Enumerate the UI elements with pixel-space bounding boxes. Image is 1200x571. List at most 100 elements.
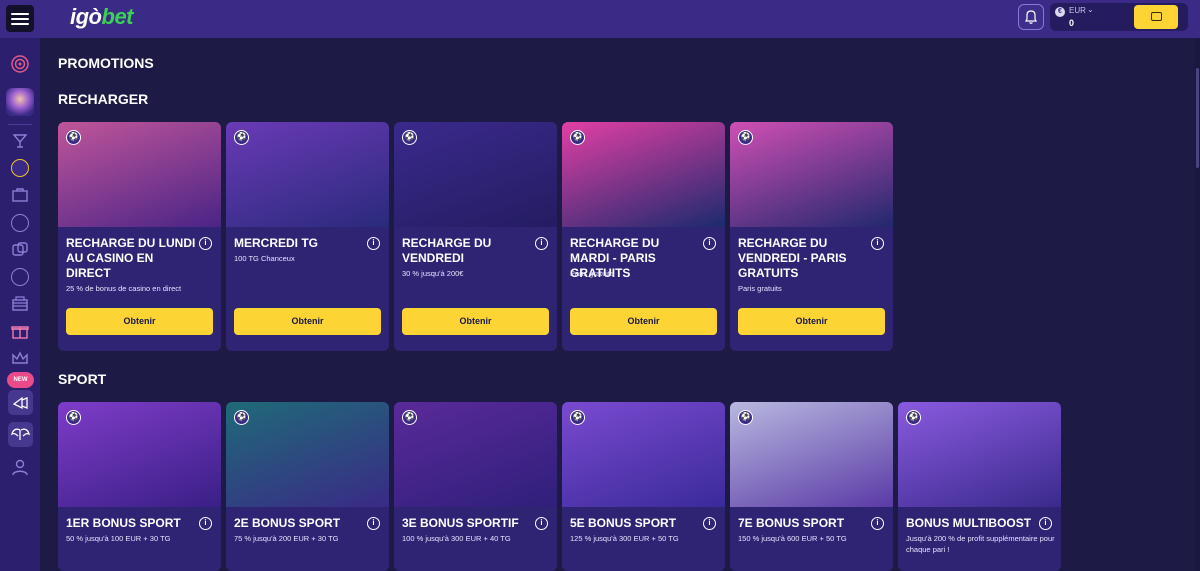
- euro-icon: €: [1055, 7, 1065, 17]
- roulette-icon[interactable]: [11, 268, 29, 286]
- dice-icon[interactable]: [11, 241, 29, 259]
- promo-card[interactable]: ⚽ MERCREDI TG i 100 TG Chanceux Obtenir: [226, 122, 389, 351]
- bell-icon: [1025, 10, 1037, 24]
- slot-machine-icon[interactable]: [11, 295, 29, 313]
- info-icon[interactable]: i: [871, 517, 884, 530]
- promo-image[interactable]: [562, 122, 725, 227]
- top-bar: igòbet € EUR ⌄ 0: [0, 0, 1200, 38]
- promo-title: RECHARGE DU VENDREDI - PARIS GRATUITS: [738, 236, 847, 280]
- obtain-button[interactable]: Obtenir: [234, 308, 381, 335]
- briefcase-icon[interactable]: [11, 186, 29, 204]
- promo-title: RECHARGE DU VENDREDI: [402, 236, 492, 265]
- promo-description: 30 % jusqu'à 200€: [402, 269, 464, 278]
- page-title: PROMOTIONS: [58, 55, 154, 71]
- soccer-ball-icon: ⚽: [402, 410, 417, 425]
- wallet-icon: [1151, 12, 1162, 21]
- promo-image[interactable]: [58, 402, 221, 507]
- gift-icon[interactable]: [11, 322, 29, 340]
- scrollbar[interactable]: [1195, 38, 1200, 571]
- wallet-button[interactable]: [1134, 5, 1178, 29]
- target-icon[interactable]: [10, 54, 30, 74]
- sidebar-item-wings[interactable]: [8, 422, 33, 447]
- soccer-ball-icon: ⚽: [234, 130, 249, 145]
- promo-image[interactable]: [58, 122, 221, 227]
- promo-card[interactable]: ⚽ RECHARGE DU LUNDI AU CASINO EN DIRECT i 2…: [58, 122, 221, 351]
- balance-widget[interactable]: € EUR ⌄ 0: [1050, 3, 1188, 31]
- promo-image[interactable]: [394, 402, 557, 507]
- promo-image[interactable]: [730, 122, 893, 227]
- promo-image[interactable]: [562, 402, 725, 507]
- soccer-ball-icon: ⚽: [570, 410, 585, 425]
- soccer-ball-icon[interactable]: [11, 159, 29, 177]
- user-icon[interactable]: [11, 458, 29, 476]
- info-icon[interactable]: i: [1039, 517, 1052, 530]
- promo-title: MERCREDI TG: [234, 236, 318, 250]
- menu-icon: [11, 13, 29, 15]
- promo-description: Jusqu'à 200 % de profit supplémentaire p…: [906, 534, 1055, 554]
- section-title-recharger: RECHARGER: [58, 91, 149, 107]
- promo-image[interactable]: [226, 122, 389, 227]
- logo[interactable]: igòbet: [70, 4, 133, 30]
- soccer-ball-icon: ⚽: [738, 410, 753, 425]
- promo-card[interactable]: ⚽ RECHARGE DU MARDI - PARIS GRATUITS i Pari…: [562, 122, 725, 351]
- info-icon[interactable]: i: [703, 237, 716, 250]
- promo-image[interactable]: [394, 122, 557, 227]
- menu-button[interactable]: [6, 5, 34, 32]
- promo-title: RECHARGE DU LUNDI AU CASINO EN DIRECT: [66, 236, 196, 280]
- promo-description: 50 % jusqu'à 100 EUR + 30 TG: [66, 534, 171, 543]
- promo-card[interactable]: ⚽ 7E BONUS SPORT i 150 % jusqu'à 600 EUR + …: [730, 402, 893, 571]
- new-badge: NEW: [7, 372, 34, 388]
- promo-description: Paris gratuits: [738, 284, 782, 293]
- crown-icon[interactable]: [11, 349, 29, 367]
- info-icon[interactable]: i: [199, 237, 212, 250]
- promo-image[interactable]: [898, 402, 1061, 507]
- promo-card[interactable]: ⚽ BONUS MULTIBOOST i Jusqu'à 200 % de profi…: [898, 402, 1061, 571]
- logo-text: igò: [70, 4, 102, 29]
- promo-image[interactable]: [730, 402, 893, 507]
- promo-title: 1ER BONUS SPORT: [66, 516, 181, 530]
- info-icon[interactable]: i: [871, 237, 884, 250]
- sidebar-item-megaphone[interactable]: [8, 390, 33, 415]
- soccer-ball-icon: ⚽: [402, 130, 417, 145]
- info-icon[interactable]: i: [367, 237, 380, 250]
- chevron-down-icon[interactable]: ⌄: [1087, 5, 1094, 14]
- promo-card[interactable]: ⚽ 3E BONUS SPORTIF i 100 % jusqu'à 300 EUR …: [394, 402, 557, 571]
- currency-label: EUR: [1069, 6, 1086, 15]
- info-icon[interactable]: i: [199, 517, 212, 530]
- info-icon[interactable]: i: [703, 517, 716, 530]
- logo-accent-text: bet: [101, 4, 134, 29]
- promo-description: 100 % jusqu'à 300 EUR + 40 TG: [402, 534, 511, 543]
- soccer-ball-icon: ⚽: [906, 410, 921, 425]
- obtain-button[interactable]: Obtenir: [402, 308, 549, 335]
- cocktail-icon[interactable]: [11, 132, 29, 150]
- balance-value: 0: [1069, 18, 1075, 28]
- soccer-ball-icon: ⚽: [738, 130, 753, 145]
- soccer-ball-icon: ⚽: [66, 130, 81, 145]
- promo-card[interactable]: ⚽ 1ER BONUS SPORT i 50 % jusqu'à 100 EUR + …: [58, 402, 221, 571]
- sidebar-divider: [8, 124, 32, 125]
- wings-icon: [11, 428, 30, 440]
- notifications-button[interactable]: [1018, 4, 1044, 30]
- promo-description: 75 % jusqu'à 200 EUR + 30 TG: [234, 534, 339, 543]
- obtain-button[interactable]: Obtenir: [570, 308, 717, 335]
- promo-card[interactable]: ⚽ 5E BONUS SPORT i 125 % jusqu'à 300 EUR + …: [562, 402, 725, 571]
- obtain-button[interactable]: Obtenir: [738, 308, 885, 335]
- info-icon[interactable]: i: [535, 517, 548, 530]
- info-icon[interactable]: i: [367, 517, 380, 530]
- promo-description: Paris gratuits: [570, 269, 614, 278]
- obtain-button[interactable]: Obtenir: [66, 308, 213, 335]
- soccer-ball-icon: ⚽: [570, 130, 585, 145]
- promo-title: BONUS MULTIBOOST: [906, 516, 1032, 530]
- scrollbar-thumb[interactable]: [1196, 68, 1199, 168]
- promo-card[interactable]: ⚽ RECHARGE DU VENDREDI i 30 % jusqu'à 200€ O…: [394, 122, 557, 351]
- promo-card[interactable]: ⚽ RECHARGE DU VENDREDI - PARIS GRATUITS i P…: [730, 122, 893, 351]
- promo-title: 5E BONUS SPORT: [570, 516, 677, 530]
- info-icon[interactable]: i: [535, 237, 548, 250]
- megaphone-icon: [12, 396, 28, 410]
- basketball-icon[interactable]: [11, 214, 29, 232]
- promo-image[interactable]: [226, 402, 389, 507]
- soccer-ball-icon: ⚽: [66, 410, 81, 425]
- section-title-sport: SPORT: [58, 371, 107, 387]
- sidebar-item-casino-live[interactable]: [6, 88, 34, 116]
- promo-card[interactable]: ⚽ 2E BONUS SPORT i 75 % jusqu'à 200 EUR + 3…: [226, 402, 389, 571]
